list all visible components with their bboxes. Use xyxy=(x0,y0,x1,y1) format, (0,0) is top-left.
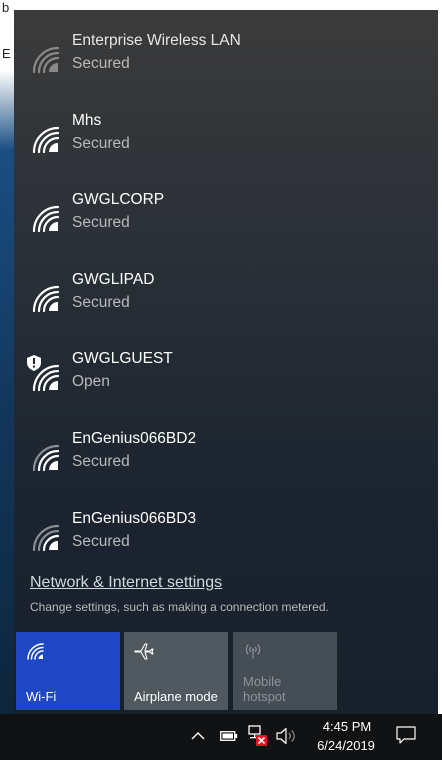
network-status: Secured xyxy=(72,55,130,72)
clock-time[interactable]: 4:45 PM xyxy=(310,719,384,734)
volume-icon[interactable] xyxy=(276,727,296,745)
wifi-toggle-tile[interactable]: Wi-Fi xyxy=(16,632,120,710)
network-name: EnGenius066BD2 xyxy=(72,430,197,447)
background-window-strip xyxy=(14,0,442,10)
wifi-secured-icon xyxy=(32,444,60,471)
desktop-background-left: b E xyxy=(0,0,14,760)
network-status: Secured xyxy=(72,533,130,550)
network-status: Open xyxy=(72,373,110,390)
network-item-gwglipad[interactable]: GWGLIPAD Secured xyxy=(14,264,438,342)
background-text-fragment: E xyxy=(2,46,11,61)
network-item-mhs[interactable]: Mhs Secured xyxy=(14,105,438,183)
taskbar: 4:45 PM 6/24/2019 xyxy=(0,714,442,760)
wifi-secured-icon xyxy=(32,524,60,551)
wifi-secured-icon xyxy=(32,205,60,232)
network-item-gwglcorp[interactable]: GWGLCORP Secured xyxy=(14,184,438,262)
network-item-engenius066bd2[interactable]: EnGenius066BD2 Secured xyxy=(14,423,438,501)
desktop-background-right xyxy=(438,0,442,760)
clock-date[interactable]: 6/24/2019 xyxy=(306,738,386,753)
wifi-secured-icon xyxy=(32,126,60,153)
mobile-hotspot-tile[interactable]: Mobile hotspot xyxy=(233,632,337,710)
network-item-engenius066bd3[interactable]: EnGenius066BD3 Secured xyxy=(14,503,438,581)
network-name: GWGLGUEST xyxy=(72,350,173,367)
airplane-icon xyxy=(134,643,154,660)
wifi-open-icon xyxy=(32,364,60,391)
chevron-up-icon[interactable] xyxy=(191,731,205,741)
network-settings-description: Change settings, such as making a connec… xyxy=(30,600,329,614)
notification-icon[interactable] xyxy=(396,725,416,745)
hotspot-label-line2: hotspot xyxy=(243,689,286,704)
network-flyout: Enterprise Wireless LAN Secured Mhs Secu… xyxy=(14,10,438,714)
wifi-secured-icon xyxy=(32,46,60,73)
network-name: GWGLCORP xyxy=(72,191,165,208)
network-status: Secured xyxy=(72,135,130,152)
hotspot-label-line1: Mobile xyxy=(243,674,282,689)
network-item-enterprise-wireless-lan[interactable]: Enterprise Wireless LAN Secured xyxy=(14,25,438,103)
network-name: Mhs xyxy=(72,112,102,129)
wifi-secured-icon xyxy=(32,285,60,312)
network-settings-link[interactable]: Network & Internet settings xyxy=(30,574,222,592)
network-item-gwglguest[interactable]: GWGLGUEST Open xyxy=(14,343,438,421)
airplane-tile-label: Airplane mode xyxy=(134,689,218,704)
network-status: Secured xyxy=(72,453,130,470)
network-name: EnGenius066BD3 xyxy=(72,510,197,527)
hotspot-icon xyxy=(245,644,261,659)
network-disconnected-icon[interactable] xyxy=(248,725,268,747)
battery-icon[interactable] xyxy=(220,730,238,742)
background-text-fragment: b xyxy=(2,0,10,15)
wifi-tile-label: Wi-Fi xyxy=(26,689,57,704)
network-name: Enterprise Wireless LAN xyxy=(72,32,241,49)
hotspot-tile-label: Mobile hotspot xyxy=(243,674,286,704)
network-name: GWGLIPAD xyxy=(72,271,155,288)
network-status: Secured xyxy=(72,214,130,231)
network-status: Secured xyxy=(72,294,130,311)
wifi-icon xyxy=(27,643,44,660)
airplane-mode-tile[interactable]: Airplane mode xyxy=(124,632,228,710)
